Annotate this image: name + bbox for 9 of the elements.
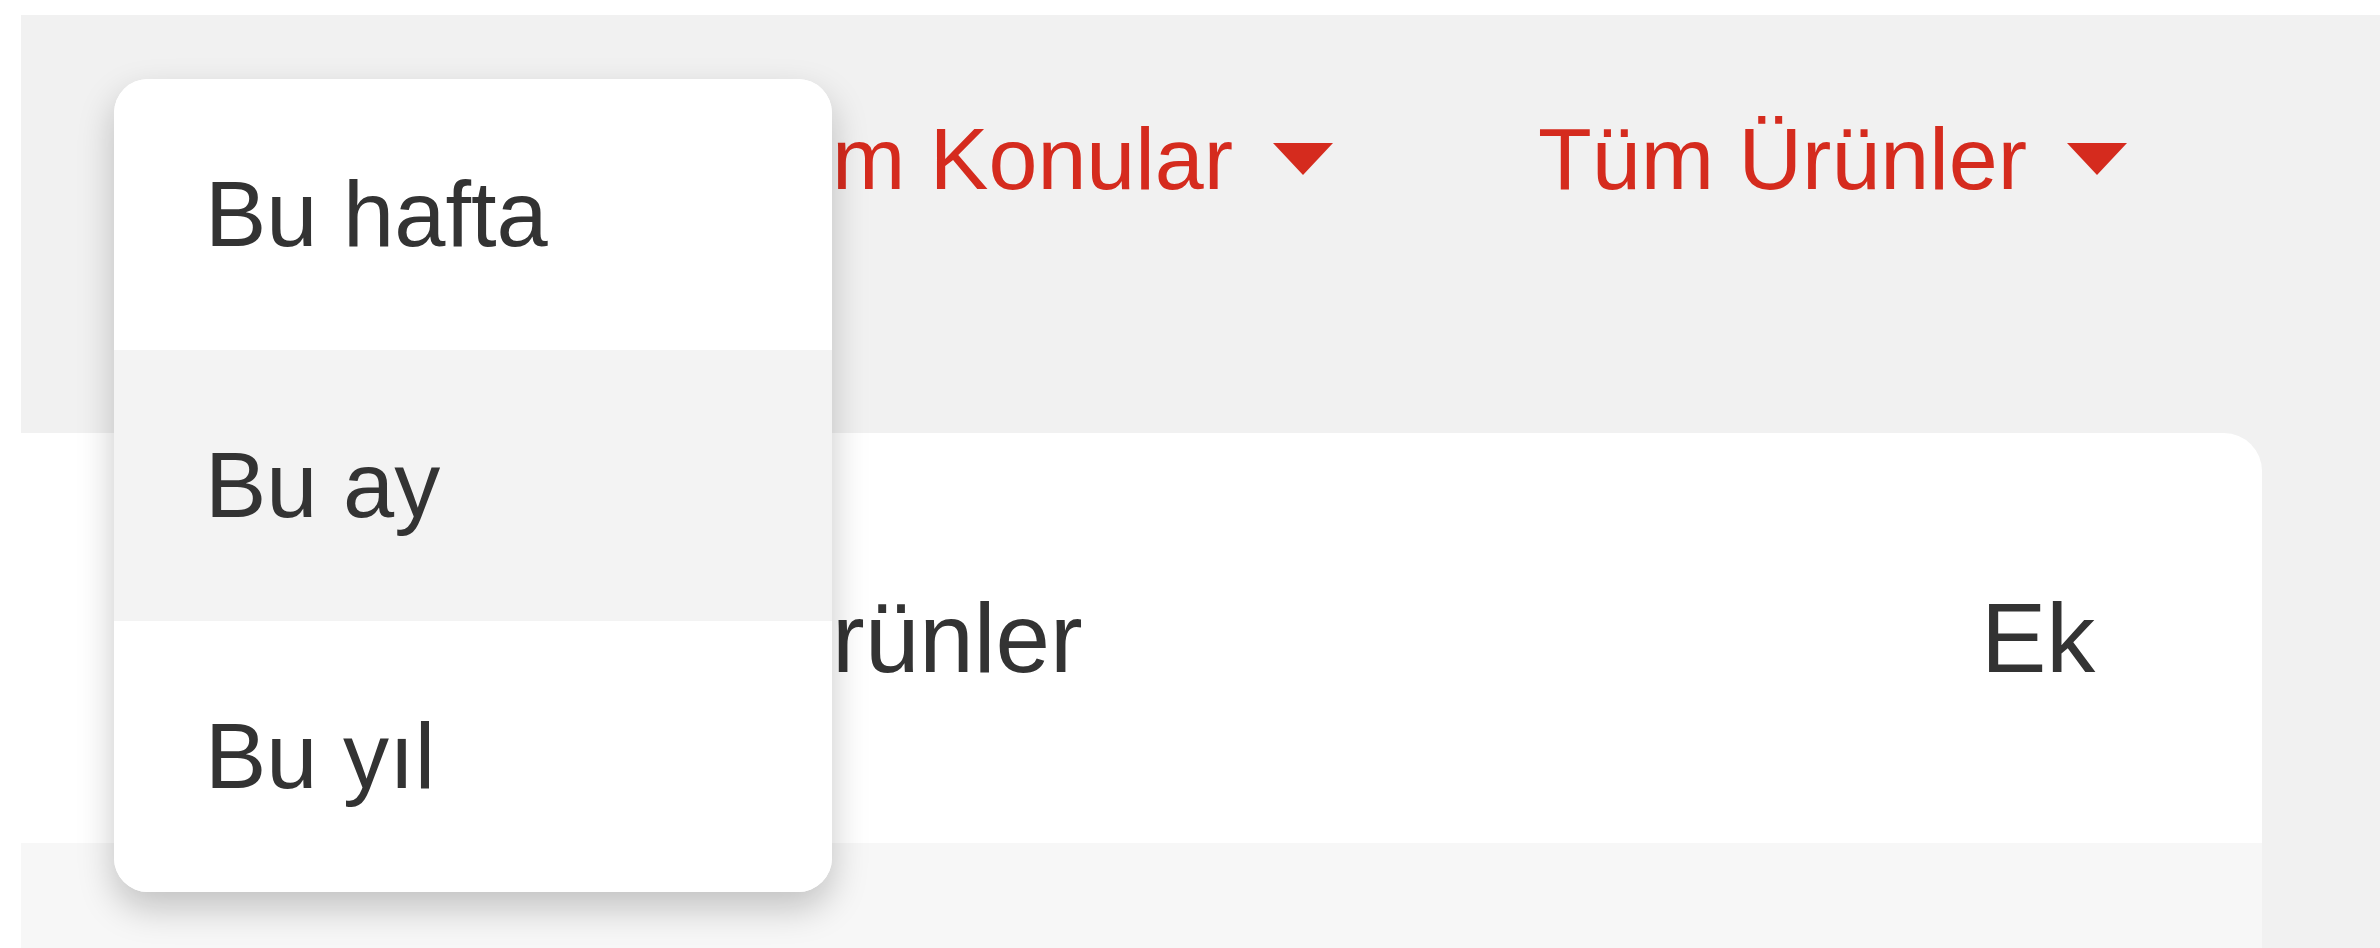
caret-icon	[2067, 143, 2128, 175]
menu-item[interactable]: Bu hafta	[114, 79, 832, 350]
menu-item[interactable]: Bu yıl	[114, 621, 832, 892]
column-header: Ek	[1981, 581, 2096, 695]
caret-icon	[1273, 143, 1334, 175]
column-header: rünler	[831, 581, 1084, 695]
filter-dropdown[interactable]: m Konular	[832, 115, 1334, 203]
menu-item[interactable]: Bu ay	[114, 350, 832, 621]
filter-dropdown[interactable]: Tüm Ürünler	[1538, 115, 2128, 203]
